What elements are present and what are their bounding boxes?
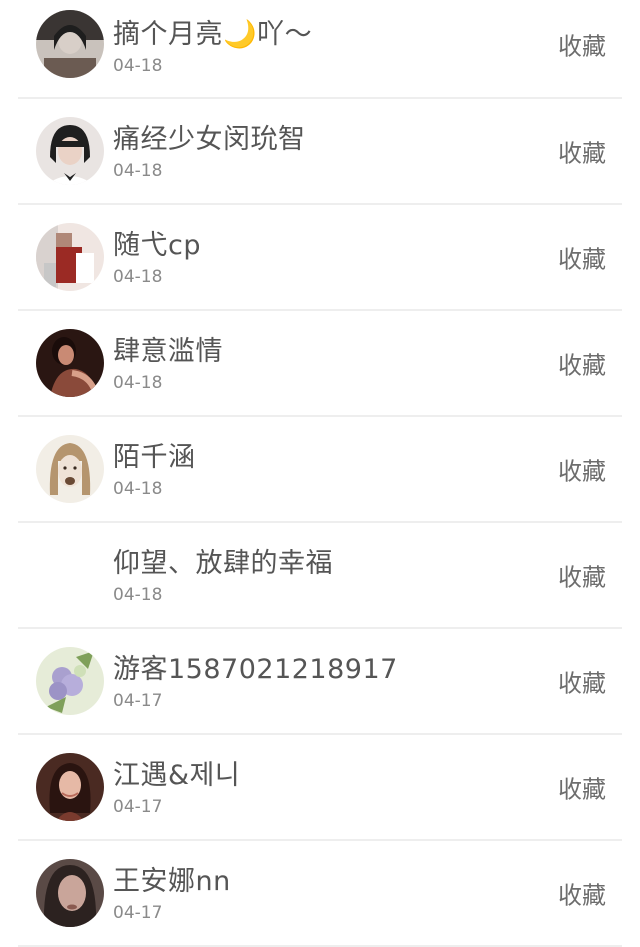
user-name: 摘个月亮🌙吖～ xyxy=(113,19,313,50)
avatar-image xyxy=(36,647,104,715)
follow-date: 04-18 xyxy=(113,56,163,76)
follow-date: 04-18 xyxy=(113,479,163,499)
user-name: 王安娜nn xyxy=(113,866,231,897)
user-name: 陌千涵 xyxy=(113,442,196,473)
list-item[interactable]: 痛经少女闵玧智 04-18 收藏 xyxy=(18,99,622,205)
list-item[interactable]: 随弋cp 04-18 收藏 xyxy=(18,205,622,311)
list-item[interactable]: 江遇&제니 04-17 收藏 xyxy=(18,735,622,841)
avatar[interactable] xyxy=(36,329,104,397)
favorite-button[interactable]: 收藏 xyxy=(558,876,606,911)
avatar-image xyxy=(36,117,104,185)
avatar[interactable] xyxy=(36,435,104,503)
follow-date: 04-18 xyxy=(113,267,163,287)
avatar-image xyxy=(36,859,104,927)
list-item[interactable]: 肆意滥情 04-18 收藏 xyxy=(18,311,622,417)
user-name: 痛经少女闵玧智 xyxy=(113,124,306,155)
favorite-button[interactable]: 收藏 xyxy=(558,770,606,805)
avatar[interactable] xyxy=(36,223,104,291)
avatar-image xyxy=(36,10,104,78)
list-item[interactable]: 王安娜nn 04-17 收藏 xyxy=(18,841,622,947)
avatar[interactable] xyxy=(36,647,104,715)
follow-date: 04-18 xyxy=(113,161,163,181)
avatar[interactable] xyxy=(36,753,104,821)
avatar-image xyxy=(36,223,104,291)
user-name: 江遇&제니 xyxy=(113,760,241,791)
favorite-button[interactable]: 收藏 xyxy=(558,558,606,593)
follow-date: 04-18 xyxy=(113,373,163,393)
favorite-button[interactable]: 收藏 xyxy=(558,240,606,275)
list-item[interactable]: 仰望、放肆的幸福 04-18 收藏 xyxy=(18,523,622,629)
follow-date: 04-18 xyxy=(113,585,163,605)
favorite-button[interactable]: 收藏 xyxy=(558,346,606,381)
avatar-image xyxy=(36,435,104,503)
avatar-image xyxy=(36,753,104,821)
user-name: 肆意滥情 xyxy=(113,336,223,367)
avatar-image xyxy=(36,329,104,397)
avatar[interactable] xyxy=(36,117,104,185)
user-name: 随弋cp xyxy=(113,230,201,261)
favorite-button[interactable]: 收藏 xyxy=(558,134,606,169)
user-name: 仰望、放肆的幸福 xyxy=(113,548,333,579)
list-item[interactable]: 摘个月亮🌙吖～ 04-18 收藏 xyxy=(18,0,622,99)
favorite-button[interactable]: 收藏 xyxy=(558,452,606,487)
avatar[interactable] xyxy=(36,859,104,927)
follow-date: 04-17 xyxy=(113,691,163,711)
favorite-button[interactable]: 收藏 xyxy=(558,27,606,62)
avatar[interactable] xyxy=(36,10,104,78)
follow-date: 04-17 xyxy=(113,797,163,817)
favorite-button[interactable]: 收藏 xyxy=(558,664,606,699)
list-item[interactable]: 陌千涵 04-18 收藏 xyxy=(18,417,622,523)
user-name: 游客15870212189​17 xyxy=(113,654,398,685)
list-item[interactable]: 游客15870212189​17 04-17 收藏 xyxy=(18,629,622,735)
follow-date: 04-17 xyxy=(113,903,163,923)
follow-list: 摘个月亮🌙吖～ 04-18 收藏 痛经少女闵玧智 04-18 收藏 随弋cp 0… xyxy=(0,0,640,947)
